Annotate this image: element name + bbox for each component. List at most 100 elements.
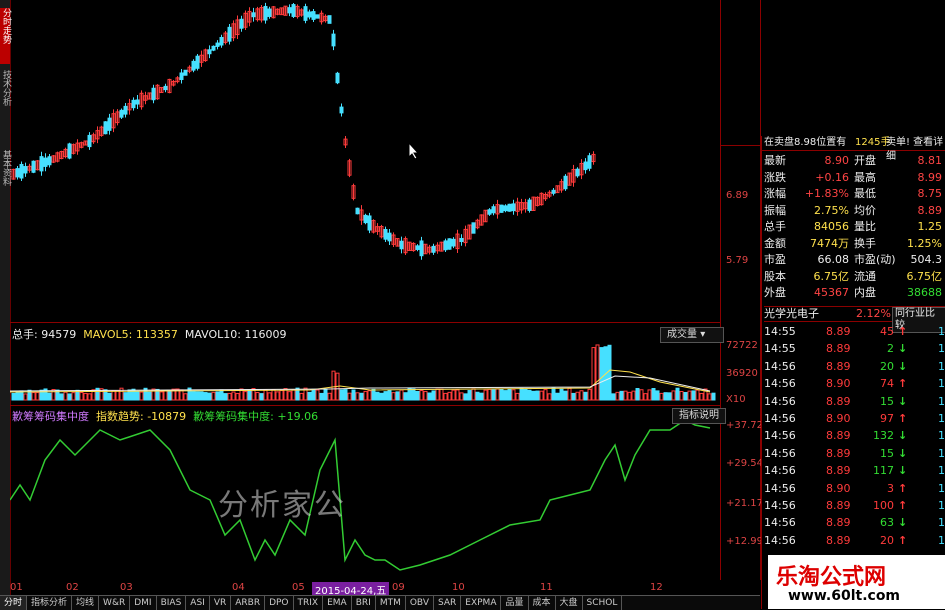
- candle-body: [563, 175, 568, 190]
- volume-total: 总手: 94579: [12, 328, 77, 341]
- indicator-tab[interactable]: ARBR: [231, 596, 266, 610]
- indicator-tab[interactable]: DPO: [265, 596, 294, 610]
- volume-bar: [579, 390, 584, 401]
- volume-bar: [271, 389, 276, 401]
- indicator-tab[interactable]: 分时: [0, 596, 28, 610]
- quote-row: 股本 6.75亿 流通 6.75亿: [764, 270, 945, 283]
- volume-bar: [503, 390, 508, 401]
- volume-bar: [379, 392, 384, 401]
- indicator-tab[interactable]: EMA: [323, 596, 352, 610]
- indicator-tab[interactable]: BRI: [352, 596, 376, 610]
- indicator-axis-label: +12.99: [726, 536, 764, 547]
- tick-price: 8.89: [826, 429, 851, 443]
- volume-bar: [299, 392, 304, 401]
- indicator-tab[interactable]: VR: [210, 596, 232, 610]
- volume-bar: [411, 388, 416, 401]
- indicator-tab[interactable]: DMI: [130, 596, 157, 610]
- volume-bar: [179, 389, 184, 401]
- indicator-tab[interactable]: BIAS: [157, 596, 187, 610]
- date-label: 01: [10, 582, 23, 593]
- tick-time: 14:56: [764, 377, 796, 391]
- left-tab-0[interactable]: 分时走势: [0, 8, 11, 64]
- volume-bar: [663, 392, 668, 401]
- indicator-help-button[interactable]: 指标说明: [672, 408, 726, 424]
- indicator-tab[interactable]: EXPMA: [461, 596, 502, 610]
- volume-bar: [331, 370, 336, 401]
- tick-volume: 97: [880, 412, 894, 425]
- volume-axis-label: 72722: [726, 340, 758, 351]
- candle-body: [335, 72, 340, 84]
- candle-body: [363, 214, 368, 224]
- arrow-down-icon: ↓: [898, 464, 908, 478]
- left-tab-1[interactable]: 技术分析: [0, 70, 11, 140]
- indicator-tab[interactable]: SAR: [434, 596, 462, 610]
- indicator-tab[interactable]: SCHOL: [583, 596, 623, 610]
- indicator-tab[interactable]: 指标分析: [27, 596, 73, 610]
- candle-body: [267, 8, 272, 17]
- indicator-tab[interactable]: OBV: [406, 596, 434, 610]
- indicator-tab[interactable]: 大盘: [556, 596, 583, 610]
- volume-bar: [347, 392, 352, 401]
- tick-price: 8.90: [826, 377, 851, 391]
- tick-price: 8.89: [826, 325, 851, 338]
- tick-flag: 1: [938, 342, 945, 356]
- volume-bar: [351, 389, 356, 401]
- volume-bar: [607, 344, 612, 401]
- indicator-tab[interactable]: 品量: [501, 596, 529, 610]
- tick-row: 14:56 8.89 20 ↑ 1: [764, 532, 945, 550]
- tick-volume: 117: [873, 464, 894, 478]
- quote-value: 504.3: [910, 253, 943, 266]
- indicator-tab[interactable]: 成本: [529, 596, 556, 610]
- volume-bar: [287, 391, 292, 401]
- indicator-header: 歉筹筹码集中度 指数趋势: -10879 歉筹筹码集中度: +19.06: [12, 408, 318, 424]
- volume-bar: [183, 393, 188, 401]
- quote-value: 8.81: [917, 154, 943, 167]
- candle-body: [387, 232, 392, 242]
- candle-body: [327, 15, 332, 24]
- date-label: 09: [392, 582, 405, 593]
- arrow-down-icon: ↓: [898, 342, 908, 356]
- tick-row: 14:56 8.89 15 ↓ 1: [764, 445, 945, 463]
- tick-volume: 20: [880, 359, 894, 373]
- quote-value: 8.90: [824, 154, 850, 167]
- candle-body: [415, 245, 420, 250]
- volume-bar: [675, 387, 680, 401]
- indicator-tab[interactable]: TRIX: [294, 596, 324, 610]
- volume-bar: [415, 390, 420, 401]
- tick-volume: 74: [880, 377, 894, 391]
- indicator-tab[interactable]: W&R: [99, 596, 131, 610]
- volume-bar: [571, 392, 576, 401]
- tick-flag: 1: [938, 377, 945, 391]
- volume-bar: [435, 388, 440, 401]
- indicator-axis-label: +21.17: [726, 498, 764, 509]
- volume-bar: [691, 390, 696, 401]
- tick-flag: 1: [938, 499, 945, 512]
- brand-logo: 乐淘公式网 www.60lt.com: [768, 555, 945, 609]
- quote-value: 7474万: [810, 236, 849, 250]
- tick-volume: 45: [880, 325, 894, 338]
- sector-name: 光学光电子: [764, 307, 819, 320]
- volume-bar: [419, 390, 424, 401]
- indicator-tab[interactable]: ASI: [186, 596, 210, 610]
- chevron-down-icon: ▾: [700, 329, 706, 340]
- quote-label: 内盘: [854, 286, 876, 299]
- tick-flag: 1: [938, 412, 945, 425]
- indicator-tab[interactable]: MTM: [376, 596, 406, 610]
- candle-body: [107, 117, 112, 131]
- volume-bar: [507, 388, 512, 401]
- volume-select-label: 成交量: [667, 329, 697, 340]
- volume-bar: [447, 391, 452, 401]
- tick-flag: 1: [938, 325, 945, 338]
- tick-row: 14:56 8.89 63 ↓ 1: [764, 514, 945, 532]
- candle-body: [87, 134, 92, 148]
- tick-row: 14:56 8.89 117 ↓ 1: [764, 462, 945, 480]
- indicator-tab[interactable]: 均线: [72, 596, 100, 610]
- order-alert[interactable]: 在卖盘8.98位置有 1245手 卖单! 查看详细: [762, 136, 945, 162]
- indicator-axis-label: +37.72: [726, 420, 764, 431]
- volume-bar: [511, 389, 516, 401]
- volume-select-button[interactable]: 成交量 ▾: [660, 327, 724, 343]
- volume-bar: [47, 392, 52, 401]
- left-tab-2[interactable]: 基本资料: [0, 150, 11, 220]
- volume-bar: [279, 390, 284, 401]
- kline-chart[interactable]: [10, 0, 720, 580]
